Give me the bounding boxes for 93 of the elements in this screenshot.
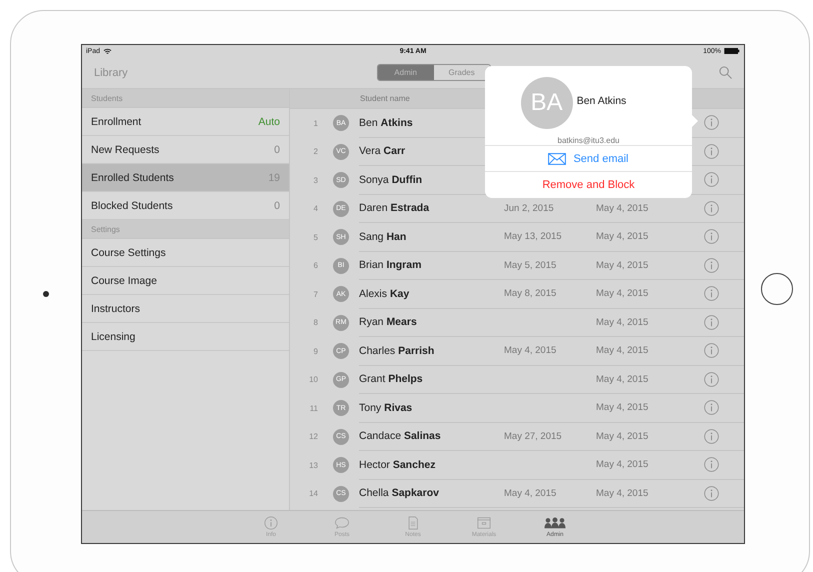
sidebar-item[interactable]: Course Image bbox=[82, 267, 289, 295]
row-number: 1 bbox=[312, 118, 318, 128]
row-number: 9 bbox=[312, 346, 318, 356]
contact-email: batkins@itu3.edu bbox=[558, 136, 620, 145]
info-icon[interactable] bbox=[704, 258, 719, 273]
row-number: 13 bbox=[308, 460, 318, 470]
contact-name: Ben Atkins bbox=[576, 94, 626, 106]
home-button[interactable] bbox=[761, 273, 793, 305]
date-cell: May 4, 2015 bbox=[596, 430, 648, 442]
student-name: Grant Phelps bbox=[359, 373, 424, 386]
info-icon[interactable] bbox=[704, 343, 719, 358]
date-cell: May 4, 2015 bbox=[504, 345, 556, 356]
date-cell: May 4, 2015 bbox=[596, 288, 648, 300]
date-cell: May 4, 2015 bbox=[596, 316, 648, 328]
row-number: 10 bbox=[308, 375, 318, 384]
info-icon[interactable] bbox=[704, 229, 719, 244]
date-cell: May 4, 2015 bbox=[596, 260, 648, 271]
sidebar-item[interactable]: Course Settings bbox=[82, 239, 289, 267]
student-name: Alexis Kay bbox=[359, 288, 410, 300]
sidebar-item-label: Course Settings bbox=[91, 246, 166, 258]
battery-icon bbox=[724, 48, 740, 54]
info-icon[interactable] bbox=[704, 457, 719, 472]
sidebar-item[interactable]: Licensing bbox=[82, 323, 289, 351]
info-icon[interactable] bbox=[704, 428, 719, 444]
row-number: 7 bbox=[312, 290, 318, 299]
info-icon[interactable] bbox=[704, 314, 719, 330]
sidebar-item-value: Auto bbox=[258, 116, 280, 128]
tray-icon bbox=[476, 516, 492, 530]
date-cell: May 4, 2015 bbox=[596, 374, 648, 385]
student-name: Sonya Duffin bbox=[359, 174, 424, 186]
row-number: 5 bbox=[312, 232, 318, 242]
row-number: 8 bbox=[312, 318, 318, 328]
row-number: 3 bbox=[312, 176, 318, 185]
column-header: Student name bbox=[360, 94, 410, 103]
date-cell: May 4, 2015 bbox=[596, 488, 648, 499]
student-name: Ryan Mears bbox=[359, 316, 418, 328]
student-name: Candace Salinas bbox=[359, 430, 442, 442]
row-number: 14 bbox=[308, 489, 318, 498]
sidebar-item-label: Blocked Students bbox=[91, 200, 173, 212]
people-icon bbox=[543, 516, 567, 530]
sidebar-item-label: Instructors bbox=[91, 302, 140, 314]
student-name: Brian Ingram bbox=[359, 259, 422, 272]
info-icon[interactable] bbox=[704, 286, 719, 302]
student-name: Chella Sapkarov bbox=[359, 487, 440, 500]
student-name: Sang Han bbox=[359, 230, 408, 243]
row-number: 2 bbox=[312, 147, 318, 156]
date-cell: Jun 2, 2015 bbox=[504, 202, 554, 214]
popover-action[interactable]: Send email bbox=[485, 146, 692, 172]
envelope-icon bbox=[548, 152, 566, 164]
sidebar-item-label: Course Image bbox=[91, 274, 157, 286]
date-cell: May 5, 2015 bbox=[504, 260, 556, 271]
student-name: Daren Estrada bbox=[359, 202, 430, 214]
sidebar-item-label: New Requests bbox=[91, 144, 160, 156]
student-name: Vera Carr bbox=[359, 145, 406, 158]
info-icon bbox=[263, 516, 279, 530]
info-icon[interactable] bbox=[704, 172, 719, 188]
camera-icon bbox=[43, 291, 49, 297]
date-cell: May 4, 2015 bbox=[596, 202, 648, 214]
speech-bubble-icon bbox=[334, 516, 350, 530]
row-number: 12 bbox=[308, 432, 318, 442]
sidebar-item-label: Enrolled Students bbox=[91, 172, 174, 184]
sidebar-item[interactable]: Instructors bbox=[82, 295, 289, 323]
sidebar-item-label: Licensing bbox=[91, 330, 136, 342]
date-cell: May 4, 2015 bbox=[596, 402, 648, 414]
sidebar-item-value: 0 bbox=[274, 144, 280, 156]
row-number: 4 bbox=[312, 204, 318, 214]
popover-action[interactable]: Remove and Block bbox=[485, 172, 692, 198]
student-name: Charles Parrish bbox=[359, 344, 436, 357]
row-number: 6 bbox=[312, 261, 318, 270]
info-icon[interactable] bbox=[704, 200, 719, 216]
date-cell: May 4, 2015 bbox=[596, 459, 648, 470]
sidebar-item-value: 0 bbox=[274, 200, 280, 212]
date-cell: May 4, 2015 bbox=[596, 231, 648, 242]
info-icon[interactable] bbox=[704, 486, 719, 501]
student-name: Hector Sanchez bbox=[359, 458, 436, 471]
date-cell: May 13, 2015 bbox=[504, 231, 562, 242]
sidebar-item[interactable]: Enrollment Auto bbox=[82, 108, 289, 136]
student-name: Ben Atkins bbox=[359, 116, 414, 129]
info-icon[interactable] bbox=[704, 372, 719, 387]
info-icon[interactable] bbox=[704, 400, 719, 416]
date-cell: May 27, 2015 bbox=[504, 430, 562, 442]
row-number: 11 bbox=[308, 404, 318, 413]
search-icon[interactable] bbox=[719, 66, 732, 79]
date-cell: May 4, 2015 bbox=[596, 345, 648, 356]
info-icon[interactable] bbox=[704, 144, 719, 159]
section-header: Students bbox=[82, 89, 289, 108]
date-cell: May 4, 2015 bbox=[504, 488, 556, 499]
date-cell: May 8, 2015 bbox=[504, 288, 556, 300]
section-header: Settings bbox=[82, 220, 289, 239]
info-icon[interactable] bbox=[704, 115, 719, 130]
sidebar-item-label: Enrollment bbox=[91, 116, 142, 128]
wifi-icon bbox=[103, 48, 112, 54]
student-name: Tony Rivas bbox=[359, 402, 414, 414]
